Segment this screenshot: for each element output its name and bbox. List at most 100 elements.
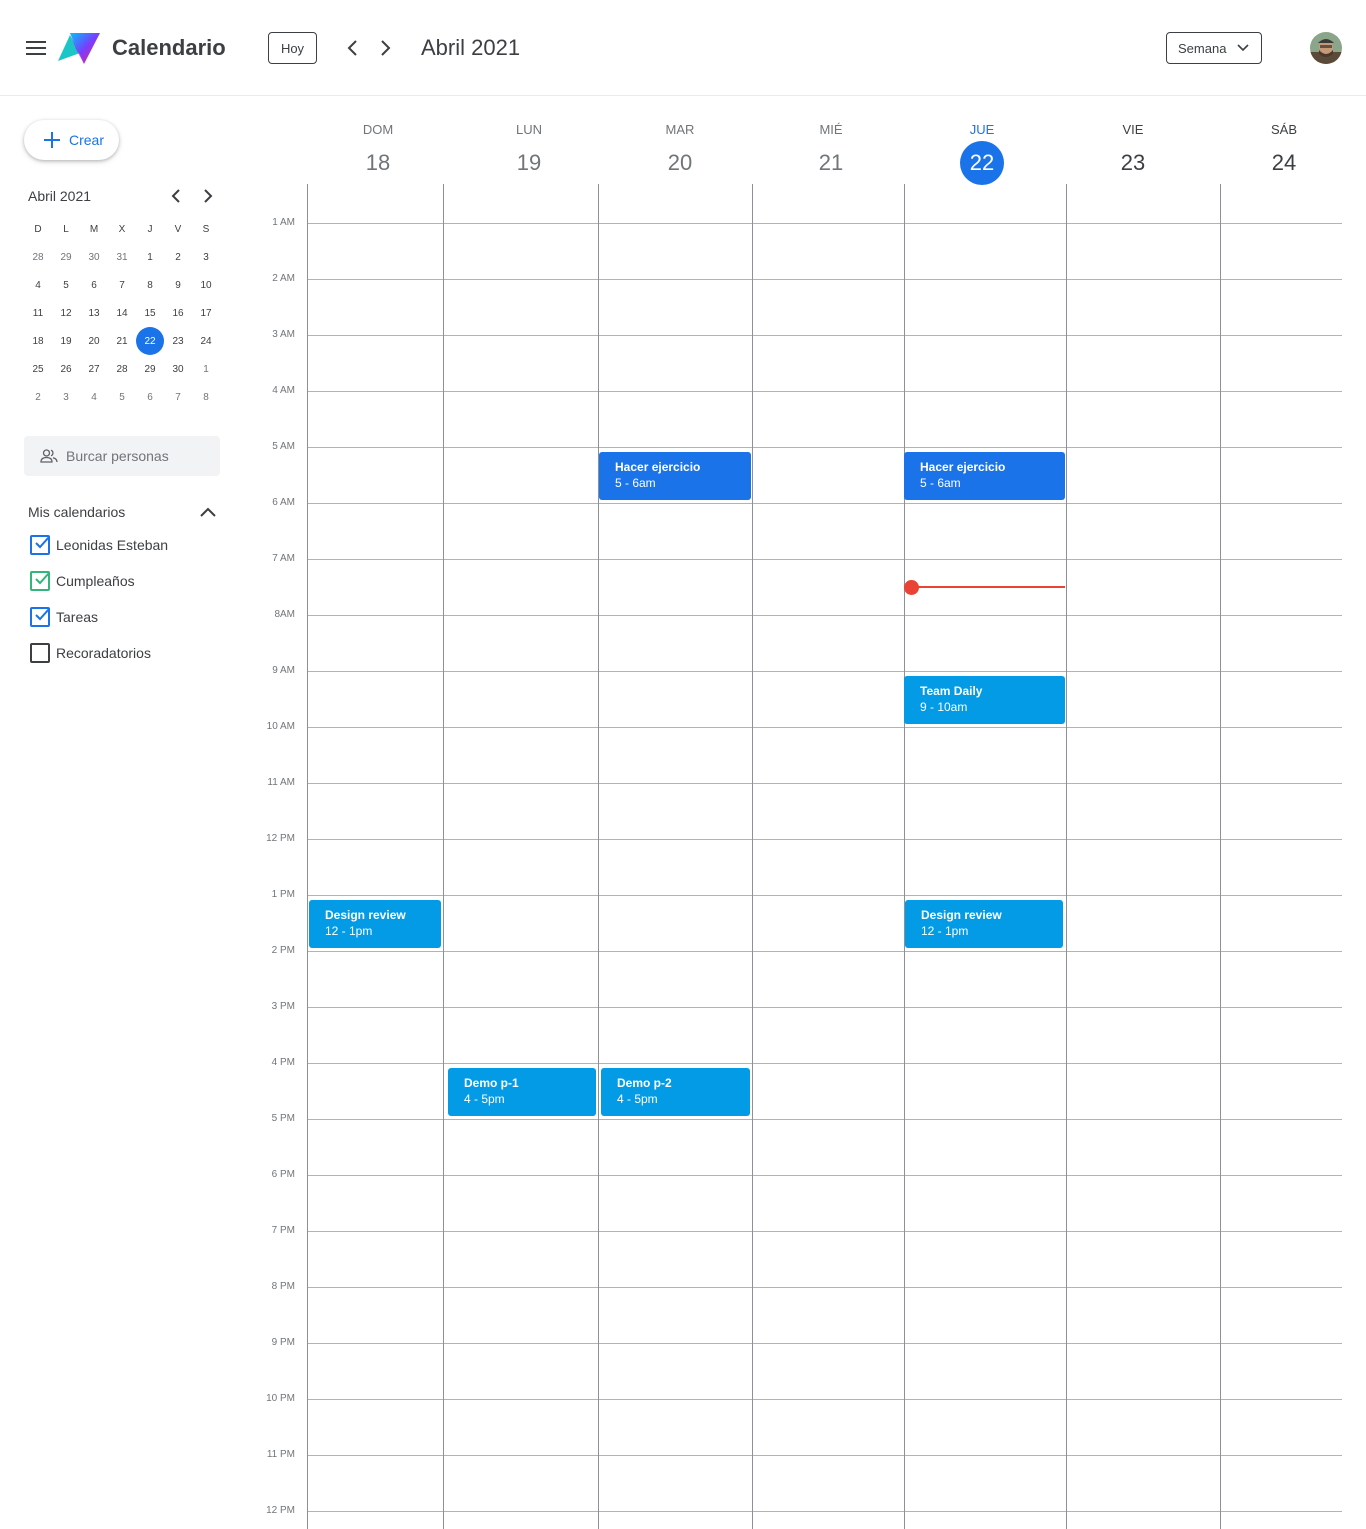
day-header-jue[interactable]: JUE 22	[942, 120, 1022, 185]
mini-prev-month-icon[interactable]	[168, 187, 184, 205]
mini-calendar-day[interactable]: 28	[24, 243, 52, 271]
day-header-sáb[interactable]: SÁB 24	[1244, 120, 1324, 185]
calendar-item[interactable]: Tareas	[30, 606, 98, 628]
mini-calendar-day-label: 21	[116, 335, 128, 347]
mini-calendar-day[interactable]: 30	[164, 355, 192, 383]
mini-calendar-day[interactable]: 31	[108, 243, 136, 271]
mini-calendar-day[interactable]: 15	[136, 299, 164, 327]
calendar-checkbox[interactable]	[30, 607, 50, 627]
day-header-mié[interactable]: MIÉ 21	[791, 120, 871, 185]
menu-icon[interactable]	[26, 41, 46, 55]
day-header-vie[interactable]: VIE 23	[1093, 120, 1173, 185]
mini-calendar-day[interactable]: 25	[24, 355, 52, 383]
mini-calendar-day[interactable]: 5	[108, 383, 136, 411]
day-header-mar[interactable]: MAR 20	[640, 120, 720, 185]
hour-gridline	[307, 951, 1342, 952]
mini-calendar-day[interactable]: 1	[136, 243, 164, 271]
avatar[interactable]	[1310, 32, 1342, 64]
calendar-item[interactable]: Recoradatorios	[30, 642, 151, 664]
day-header-lun[interactable]: LUN 19	[489, 120, 569, 185]
chevron-left-icon[interactable]	[344, 38, 362, 58]
calendar-event[interactable]: Design review 12 - 1pm	[905, 900, 1063, 948]
mini-calendar-day[interactable]: 2	[24, 383, 52, 411]
day-number[interactable]: 23	[1111, 141, 1155, 185]
hour-label: 1 AM	[272, 217, 295, 228]
hour-label: 6 AM	[272, 497, 295, 508]
mini-calendar-day[interactable]: 10	[192, 271, 220, 299]
mini-calendar-day[interactable]: 29	[52, 243, 80, 271]
search-people-input[interactable]: Burcar personas	[24, 436, 220, 476]
mini-calendar-day[interactable]: 2	[164, 243, 192, 271]
mini-calendar-day[interactable]: 21	[108, 327, 136, 355]
hour-label: 3 PM	[271, 1001, 295, 1012]
day-number[interactable]: 19	[507, 141, 551, 185]
mini-calendar-day[interactable]: 23	[164, 327, 192, 355]
day-number[interactable]: 20	[658, 141, 702, 185]
mini-calendar-day[interactable]: 19	[52, 327, 80, 355]
calendar-event[interactable]: Hacer ejercicio 5 - 6am	[599, 452, 751, 500]
hour-gridline	[307, 447, 1342, 448]
mini-calendar-day[interactable]: 6	[80, 271, 108, 299]
mini-calendar-day[interactable]: 1	[192, 355, 220, 383]
mini-calendar-day[interactable]: 6	[136, 383, 164, 411]
mini-calendar-day[interactable]: 3	[52, 383, 80, 411]
chevron-right-icon[interactable]	[376, 38, 394, 58]
event-title: Demo p-2	[617, 1076, 672, 1090]
search-people-placeholder: Burcar personas	[66, 448, 169, 464]
calendar-event[interactable]: Demo p-2 4 - 5pm	[601, 1068, 750, 1116]
calendar-checkbox[interactable]	[30, 571, 50, 591]
mini-calendar-day[interactable]: 28	[108, 355, 136, 383]
mini-weekday-label: L	[63, 223, 69, 235]
current-time-line	[906, 586, 1065, 588]
mini-calendar-day[interactable]: 4	[80, 383, 108, 411]
mini-calendar-day[interactable]: 27	[80, 355, 108, 383]
hour-gridline	[307, 503, 1342, 504]
create-button[interactable]: Crear	[24, 120, 119, 160]
view-select[interactable]: Semana	[1166, 32, 1262, 64]
mini-calendar-day[interactable]: 24	[192, 327, 220, 355]
mini-calendar-day[interactable]: 3	[192, 243, 220, 271]
calendar-checkbox[interactable]	[30, 643, 50, 663]
mini-calendar-day[interactable]: 18	[24, 327, 52, 355]
mini-calendar-day[interactable]: 9	[164, 271, 192, 299]
mini-calendar-day[interactable]: 30	[80, 243, 108, 271]
mini-calendar-day[interactable]: 12	[52, 299, 80, 327]
mini-calendar-day[interactable]: 11	[24, 299, 52, 327]
mini-calendar-day[interactable]: 17	[192, 299, 220, 327]
today-button[interactable]: Hoy	[268, 32, 317, 64]
calendar-event[interactable]: Design review 12 - 1pm	[309, 900, 441, 948]
day-number[interactable]: 21	[809, 141, 853, 185]
day-header-dom[interactable]: DOM 18	[338, 120, 418, 185]
calendar-item[interactable]: Cumpleaños	[30, 570, 135, 592]
mini-calendar-day[interactable]: 5	[52, 271, 80, 299]
mini-next-month-icon[interactable]	[200, 187, 216, 205]
calendar-event[interactable]: Demo p-1 4 - 5pm	[448, 1068, 596, 1116]
mini-calendar-day[interactable]: 20	[80, 327, 108, 355]
mini-calendar-day[interactable]: 7	[164, 383, 192, 411]
hour-gridline	[307, 1119, 1342, 1120]
mini-calendar-day[interactable]: 8	[136, 271, 164, 299]
chevron-up-icon[interactable]	[198, 503, 218, 521]
hour-label: 5 PM	[271, 1113, 295, 1124]
calendar-item[interactable]: Leonidas Esteban	[30, 534, 168, 556]
event-time: 4 - 5pm	[617, 1092, 658, 1106]
mini-calendar-day[interactable]: 7	[108, 271, 136, 299]
day-number[interactable]: 24	[1262, 141, 1306, 185]
calendar-event[interactable]: Hacer ejercicio 5 - 6am	[904, 452, 1065, 500]
mini-calendar-day[interactable]: 8	[192, 383, 220, 411]
mini-calendar-day[interactable]: 29	[136, 355, 164, 383]
day-number[interactable]: 18	[356, 141, 400, 185]
mini-calendar-day[interactable]: 16	[164, 299, 192, 327]
calendar-checkbox[interactable]	[30, 535, 50, 555]
hour-label: 10 AM	[266, 721, 295, 732]
day-number[interactable]: 22	[960, 141, 1004, 185]
mini-calendar-day-label: 9	[175, 279, 181, 291]
mini-calendar-day[interactable]: 22	[136, 327, 164, 355]
mini-calendar-day[interactable]: 14	[108, 299, 136, 327]
calendar-event[interactable]: Team Daily 9 - 10am	[904, 676, 1065, 724]
hour-label: 9 AM	[272, 665, 295, 676]
mini-calendar-day[interactable]: 13	[80, 299, 108, 327]
mini-calendar-day[interactable]: 4	[24, 271, 52, 299]
mini-calendar-day-label: 5	[63, 279, 69, 291]
mini-calendar-day[interactable]: 26	[52, 355, 80, 383]
